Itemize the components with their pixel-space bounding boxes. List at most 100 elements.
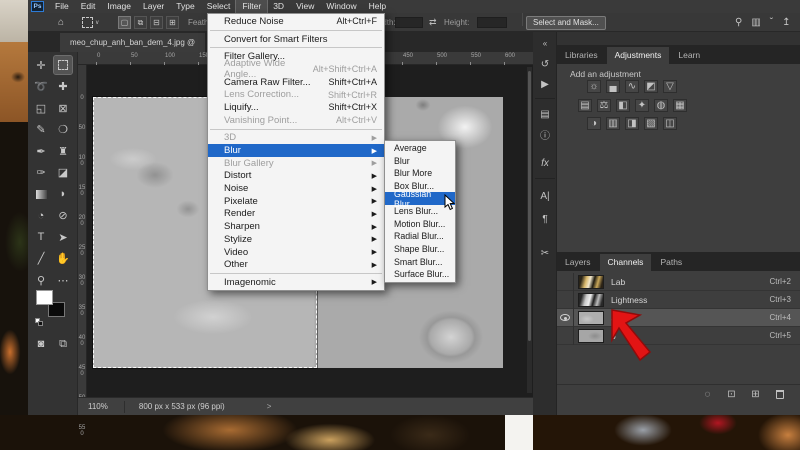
share-icon[interactable]: ↥ bbox=[782, 17, 790, 28]
smudge-tool[interactable]: ⊘ bbox=[54, 207, 72, 225]
document-info[interactable]: 800 px x 533 px (96 ppi) bbox=[139, 402, 225, 411]
lasso-tool[interactable]: ➰ bbox=[32, 78, 50, 96]
channel-row-b[interactable]: bCtrl+5 bbox=[557, 327, 800, 345]
quick-selection-tool[interactable]: ❍ bbox=[54, 121, 72, 139]
load-channel-as-selection-button[interactable]: ◌ bbox=[701, 388, 714, 401]
filter-menu-item-convert-for-smart-filters[interactable]: Convert for Smart Filters bbox=[208, 33, 384, 46]
photoshop-logo[interactable]: Ps bbox=[31, 1, 44, 12]
line-tool[interactable]: ╱ bbox=[32, 250, 50, 268]
dodge-tool[interactable]: ◔ bbox=[32, 207, 50, 225]
height-input[interactable] bbox=[477, 13, 507, 32]
tab-channels[interactable]: Channels bbox=[600, 254, 652, 271]
filter-menu-item-render[interactable]: Render▶ bbox=[208, 208, 384, 221]
path-select-tool[interactable]: ➤ bbox=[54, 228, 72, 246]
history-icon[interactable]: ↺ bbox=[536, 56, 554, 72]
menubar-item-window[interactable]: Window bbox=[320, 0, 362, 13]
selective-color-icon[interactable]: ◫ bbox=[663, 117, 677, 130]
subtract-from-selection-icon[interactable]: ⊟ bbox=[150, 16, 163, 29]
filter-menu-item-noise[interactable]: Noise▶ bbox=[208, 182, 384, 195]
channel-mixer-icon[interactable]: ◍ bbox=[654, 99, 668, 112]
width-input[interactable] bbox=[395, 13, 423, 32]
menubar-item-filter[interactable]: Filter bbox=[236, 0, 267, 13]
active-tool-icon[interactable]: ∨ bbox=[82, 13, 99, 32]
scrollbar-thumb[interactable] bbox=[528, 71, 531, 341]
intersect-selection-icon[interactable]: ⊞ bbox=[166, 16, 179, 29]
menubar-item-type[interactable]: Type bbox=[170, 0, 200, 13]
blur-submenu-item-smart-blur[interactable]: Smart Blur... bbox=[385, 255, 455, 268]
properties-icon[interactable]: ▤ bbox=[536, 106, 554, 122]
filter-menu-item-other[interactable]: Other▶ bbox=[208, 258, 384, 271]
paragraph-icon[interactable]: ¶ bbox=[536, 211, 554, 227]
invert-icon[interactable]: ◑ bbox=[587, 117, 601, 130]
crop-tool[interactable]: ◱ bbox=[32, 99, 50, 117]
blur-submenu-item-blur[interactable]: Blur bbox=[385, 155, 455, 168]
filter-menu-item-stylize[interactable]: Stylize▶ bbox=[208, 233, 384, 246]
filter-menu-item-pixelate[interactable]: Pixelate▶ bbox=[208, 195, 384, 208]
menubar-item-file[interactable]: File bbox=[49, 0, 75, 13]
blur-submenu-item-blur-more[interactable]: Blur More bbox=[385, 167, 455, 180]
frame-tool[interactable]: ⊠ bbox=[54, 99, 72, 117]
swap-dimensions-icon[interactable]: ⇄ bbox=[429, 13, 437, 32]
gradient-map-icon[interactable]: ▧ bbox=[644, 117, 658, 130]
blur-submenu-item-radial-blur[interactable]: Radial Blur... bbox=[385, 230, 455, 243]
foreground-color-swatch[interactable] bbox=[36, 290, 53, 305]
tool-presets-icon[interactable]: ✂ bbox=[536, 245, 554, 261]
filter-menu-item-video[interactable]: Video▶ bbox=[208, 246, 384, 259]
menubar-item-view[interactable]: View bbox=[290, 0, 320, 13]
new-selection-icon[interactable]: ▢ bbox=[118, 16, 131, 29]
search-icon[interactable]: ⚲ bbox=[735, 17, 742, 28]
tab-adjustments[interactable]: Adjustments bbox=[607, 47, 670, 64]
menubar-item-3d[interactable]: 3D bbox=[267, 0, 290, 13]
brightness-contrast-icon[interactable]: ☼ bbox=[587, 80, 601, 93]
blur-tool[interactable]: ◗ bbox=[54, 185, 72, 203]
exposure-icon[interactable]: ◩ bbox=[644, 80, 658, 93]
screen-mode-button[interactable]: ⧉ bbox=[54, 335, 72, 353]
new-channel-button[interactable]: ⊞ bbox=[749, 388, 762, 401]
zoom-level[interactable]: 110% bbox=[88, 402, 108, 411]
tab-learn[interactable]: Learn bbox=[670, 47, 708, 64]
filter-menu-item-reduce-noise[interactable]: Reduce NoiseAlt+Ctrl+F bbox=[208, 15, 384, 28]
info-icon[interactable]: ⓘ bbox=[536, 126, 554, 142]
filter-menu-item-sharpen[interactable]: Sharpen▶ bbox=[208, 220, 384, 233]
black-white-icon[interactable]: ◧ bbox=[616, 99, 630, 112]
styles-icon[interactable]: fx bbox=[536, 155, 554, 171]
color-lookup-icon[interactable]: ▦ bbox=[673, 99, 687, 112]
posterize-icon[interactable]: ▥ bbox=[606, 117, 620, 130]
document-tab[interactable]: meo_chup_anh_ban_dem_4.jpg @ bbox=[60, 33, 205, 52]
move-tool[interactable]: ✛ bbox=[32, 56, 50, 74]
actions-icon[interactable]: ▶ bbox=[536, 76, 554, 92]
filter-menu-item-blur[interactable]: Blur▶ bbox=[208, 144, 384, 157]
blur-submenu-item-shape-blur[interactable]: Shape Blur... bbox=[385, 243, 455, 256]
menubar-item-select[interactable]: Select bbox=[201, 0, 237, 13]
visibility-column[interactable] bbox=[557, 273, 574, 291]
menubar-item-layer[interactable]: Layer bbox=[137, 0, 170, 13]
zoom-tool[interactable]: ⚲ bbox=[32, 271, 50, 289]
visibility-column[interactable] bbox=[557, 327, 574, 345]
blur-submenu-item-surface-blur[interactable]: Surface Blur... bbox=[385, 268, 455, 281]
left-ruler[interactable]: 050100150200250300350400450500550 bbox=[78, 65, 87, 397]
chevron-down-icon[interactable]: ˇ bbox=[770, 17, 773, 28]
blur-submenu-item-motion-blur[interactable]: Motion Blur... bbox=[385, 218, 455, 231]
blur-submenu-item-average[interactable]: Average bbox=[385, 142, 455, 155]
filter-menu-item-liquify[interactable]: Liquify...Shift+Ctrl+X bbox=[208, 101, 384, 114]
brush-tool[interactable]: ✒ bbox=[32, 142, 50, 160]
menubar-item-image[interactable]: Image bbox=[101, 0, 137, 13]
gradient-tool[interactable] bbox=[32, 185, 50, 203]
vertical-scrollbar[interactable] bbox=[527, 67, 532, 393]
menubar-item-help[interactable]: Help bbox=[363, 0, 392, 13]
curves-icon[interactable]: ∿ bbox=[625, 80, 639, 93]
channel-row-a[interactable]: aCtrl+4 bbox=[557, 309, 800, 327]
mixer-brush-tool[interactable]: ✑ bbox=[32, 164, 50, 182]
channel-row-lightness[interactable]: LightnessCtrl+3 bbox=[557, 291, 800, 309]
hue-saturation-icon[interactable]: ▤ bbox=[578, 99, 592, 112]
filter-menu-item-distort[interactable]: Distort▶ bbox=[208, 170, 384, 183]
menubar-item-edit[interactable]: Edit bbox=[75, 0, 102, 13]
tab-paths[interactable]: Paths bbox=[652, 254, 690, 271]
levels-icon[interactable]: ▄ bbox=[606, 80, 620, 93]
select-and-mask-button[interactable]: Select and Mask... bbox=[526, 13, 606, 32]
character-icon[interactable]: A| bbox=[536, 188, 554, 204]
more-tools[interactable]: ⋯ bbox=[54, 271, 72, 289]
save-selection-as-channel-button[interactable]: ⊡ bbox=[725, 388, 738, 401]
eye-icon[interactable] bbox=[560, 314, 570, 321]
photo-filter-icon[interactable]: ✦ bbox=[635, 99, 649, 112]
